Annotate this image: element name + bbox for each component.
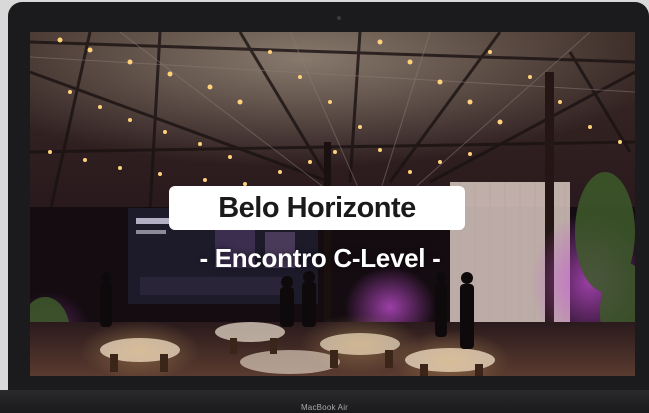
event-subtitle: - Encontro C-Level - [199, 243, 441, 273]
camera-icon [337, 16, 341, 20]
event-title: Belo Horizonte [218, 191, 416, 224]
device-model-label: MacBook Air [300, 403, 349, 412]
event-photo: Belo Horizonte - Encontro C-Level - [30, 32, 635, 376]
title-pill: Belo Horizonte [169, 186, 465, 230]
